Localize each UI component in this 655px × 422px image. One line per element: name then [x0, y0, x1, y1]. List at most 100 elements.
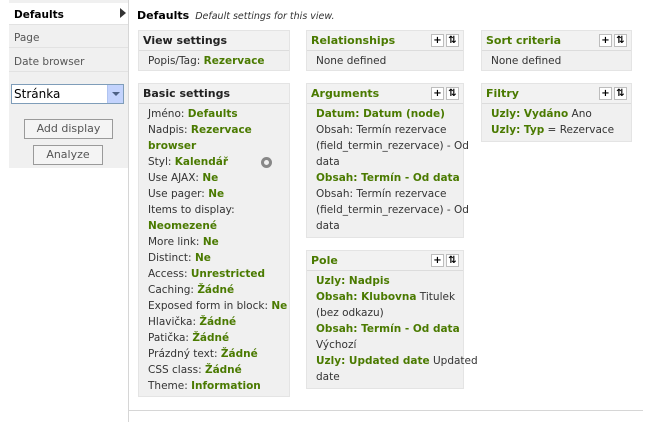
setting-label: Exposed form in block: [148, 300, 272, 312]
filter-name[interactable]: Uzly: Vydáno [491, 108, 568, 120]
setting-value[interactable]: browser [148, 140, 196, 152]
setting-value[interactable]: Defaults [188, 108, 238, 120]
setting-label: CSS class: [148, 364, 205, 376]
rearrange-icon[interactable]: ⇅ [614, 34, 627, 47]
display-type-value: Stránka [14, 87, 61, 101]
panel-title-text: Relationships [311, 34, 396, 47]
field-name[interactable]: Uzly: Updated date [316, 355, 430, 367]
setting-label: Nadpis: [148, 124, 191, 136]
setting-value[interactable]: Ne [202, 172, 218, 184]
setting-value[interactable]: Žádné [205, 364, 242, 376]
setting-row: Theme: Information [148, 378, 280, 394]
rearrange-icon[interactable]: ⇅ [446, 254, 459, 267]
chevron-down-icon[interactable] [107, 85, 123, 103]
field-line: Obsah: Termín - Od data [316, 321, 460, 337]
setting-label: Use AJAX: [148, 172, 203, 184]
fields-panel: Pole + ⇅ Uzly: Nadpis Obsah: Klubovna Titu… [306, 250, 478, 389]
sort-criteria-panel: Sort criteria + ⇅ None defined [481, 30, 632, 71]
setting-label: Styl: [148, 156, 175, 168]
setting-value[interactable]: Žádné [192, 332, 229, 344]
tab-defaults[interactable]: Defaults [9, 3, 128, 25]
setting-value[interactable]: Information [191, 380, 261, 392]
field-line: Výchozí [316, 337, 454, 353]
argument-description: Obsah: Termín rezervace [316, 188, 447, 200]
rearrange-icon[interactable]: ⇅ [446, 34, 459, 47]
rearrange-icon[interactable]: ⇅ [614, 87, 627, 100]
empty-text: None defined [316, 55, 387, 67]
panel-body: Jméno: Defaults Nadpis: Rezervace browser S… [139, 104, 289, 398]
setting-value[interactable]: Ne [208, 188, 224, 200]
display-description: Default settings for this view. [195, 11, 335, 22]
setting-label: Hlavička: [148, 316, 200, 328]
display-type-select[interactable]: Stránka [11, 84, 124, 104]
field-detail: Titulek [416, 291, 456, 303]
setting-value[interactable]: Žádné [197, 284, 234, 296]
setting-value[interactable]: Kalendář [175, 156, 228, 168]
rearrange-icon[interactable]: ⇅ [446, 87, 459, 100]
add-icon[interactable]: + [599, 87, 612, 100]
panel-title-text: Arguments [311, 87, 380, 100]
panel-body: Popis/Tag: Rezervace [139, 51, 289, 73]
add-icon[interactable]: + [431, 254, 444, 267]
filter-value: = Rezervace [544, 124, 615, 136]
setting-label: Theme: [148, 380, 192, 392]
setting-value[interactable]: Unrestricted [191, 268, 265, 280]
analyze-button[interactable]: Analyze [33, 145, 103, 165]
argument-name[interactable]: Obsah: Termín - Od data [316, 170, 460, 186]
field-name[interactable]: Obsah: Termín - Od data [316, 323, 460, 335]
panel-body: Uzly: Vydáno Ano Uzly: Typ = Rezervace [482, 104, 631, 142]
display-title: Defaults [137, 9, 190, 22]
setting-row: Nadpis: Rezervace [148, 122, 280, 138]
setting-row: Patička: Žádné [148, 330, 280, 346]
field-line: (bez odkazu) [316, 305, 454, 321]
add-icon[interactable]: + [599, 34, 612, 47]
setting-value[interactable]: Ne [195, 252, 211, 264]
add-display-button[interactable]: Add display [24, 119, 113, 139]
active-tab-arrow-icon [120, 8, 126, 18]
add-icon[interactable]: + [431, 87, 444, 100]
panel-title: View settings [139, 31, 289, 51]
setting-label: Use pager: [148, 188, 209, 200]
relationships-panel: Relationships + ⇅ None defined [306, 30, 464, 71]
setting-row: CSS class: Žádné [148, 362, 280, 378]
filters-panel: Filtry + ⇅ Uzly: Vydáno Ano Uzly: Typ = Re… [481, 83, 632, 142]
setting-value[interactable]: Ne [271, 300, 287, 312]
field-name[interactable]: Obsah: Klubovna [316, 291, 416, 303]
add-icon[interactable]: + [431, 34, 444, 47]
field-line: Uzly: Updated date Updated [316, 353, 478, 369]
panel-body: Uzly: Nadpis Obsah: Klubovna Titulek (bez … [307, 271, 478, 389]
setting-row: browser [148, 138, 280, 154]
setting-label: More link: [148, 236, 203, 248]
setting-value[interactable]: Rezervace [191, 124, 252, 136]
panel-title: Pole + ⇅ [307, 251, 463, 271]
setting-label: Items to display: [148, 204, 235, 216]
tab-date-browser[interactable]: Date browser [9, 50, 128, 72]
tab-page[interactable]: Page [9, 26, 128, 48]
display-header: Defaults Default settings for this view. [137, 9, 335, 22]
panel-title-text: Sort criteria [486, 34, 562, 47]
field-line: date [316, 369, 454, 385]
argument-description: (field_termin_rezervace) - Od [316, 204, 469, 216]
field-line: Uzly: Nadpis [316, 273, 454, 289]
tab-label: Defaults [14, 9, 64, 21]
field-name[interactable]: Uzly: Nadpis [316, 275, 390, 287]
setting-value[interactable]: Rezervace [204, 55, 265, 67]
setting-value[interactable]: Neomezené [148, 220, 217, 232]
main-area-left-border [128, 0, 129, 422]
setting-value[interactable]: Žádné [221, 348, 258, 360]
argument-description: (field_termin_rezervace) - Od [316, 140, 469, 152]
setting-row: Hlavička: Žádné [148, 314, 280, 330]
setting-row: Use AJAX: Ne [148, 170, 280, 186]
panel-title: Basic settings [139, 84, 289, 104]
setting-label: Jméno: [148, 108, 188, 120]
setting-label: Access: [148, 268, 191, 280]
gear-icon[interactable] [261, 157, 272, 168]
filter-name[interactable]: Uzly: Typ [491, 124, 544, 136]
setting-value[interactable]: Ne [203, 236, 219, 248]
argument-name[interactable]: Datum: Datum (node) [316, 106, 454, 122]
setting-label: Distinct: [148, 252, 195, 264]
empty-text: None defined [491, 55, 562, 67]
panel-title: Sort criteria + ⇅ [482, 31, 631, 51]
setting-value[interactable]: Žádné [199, 316, 236, 328]
panel-title-text: Pole [311, 254, 338, 267]
